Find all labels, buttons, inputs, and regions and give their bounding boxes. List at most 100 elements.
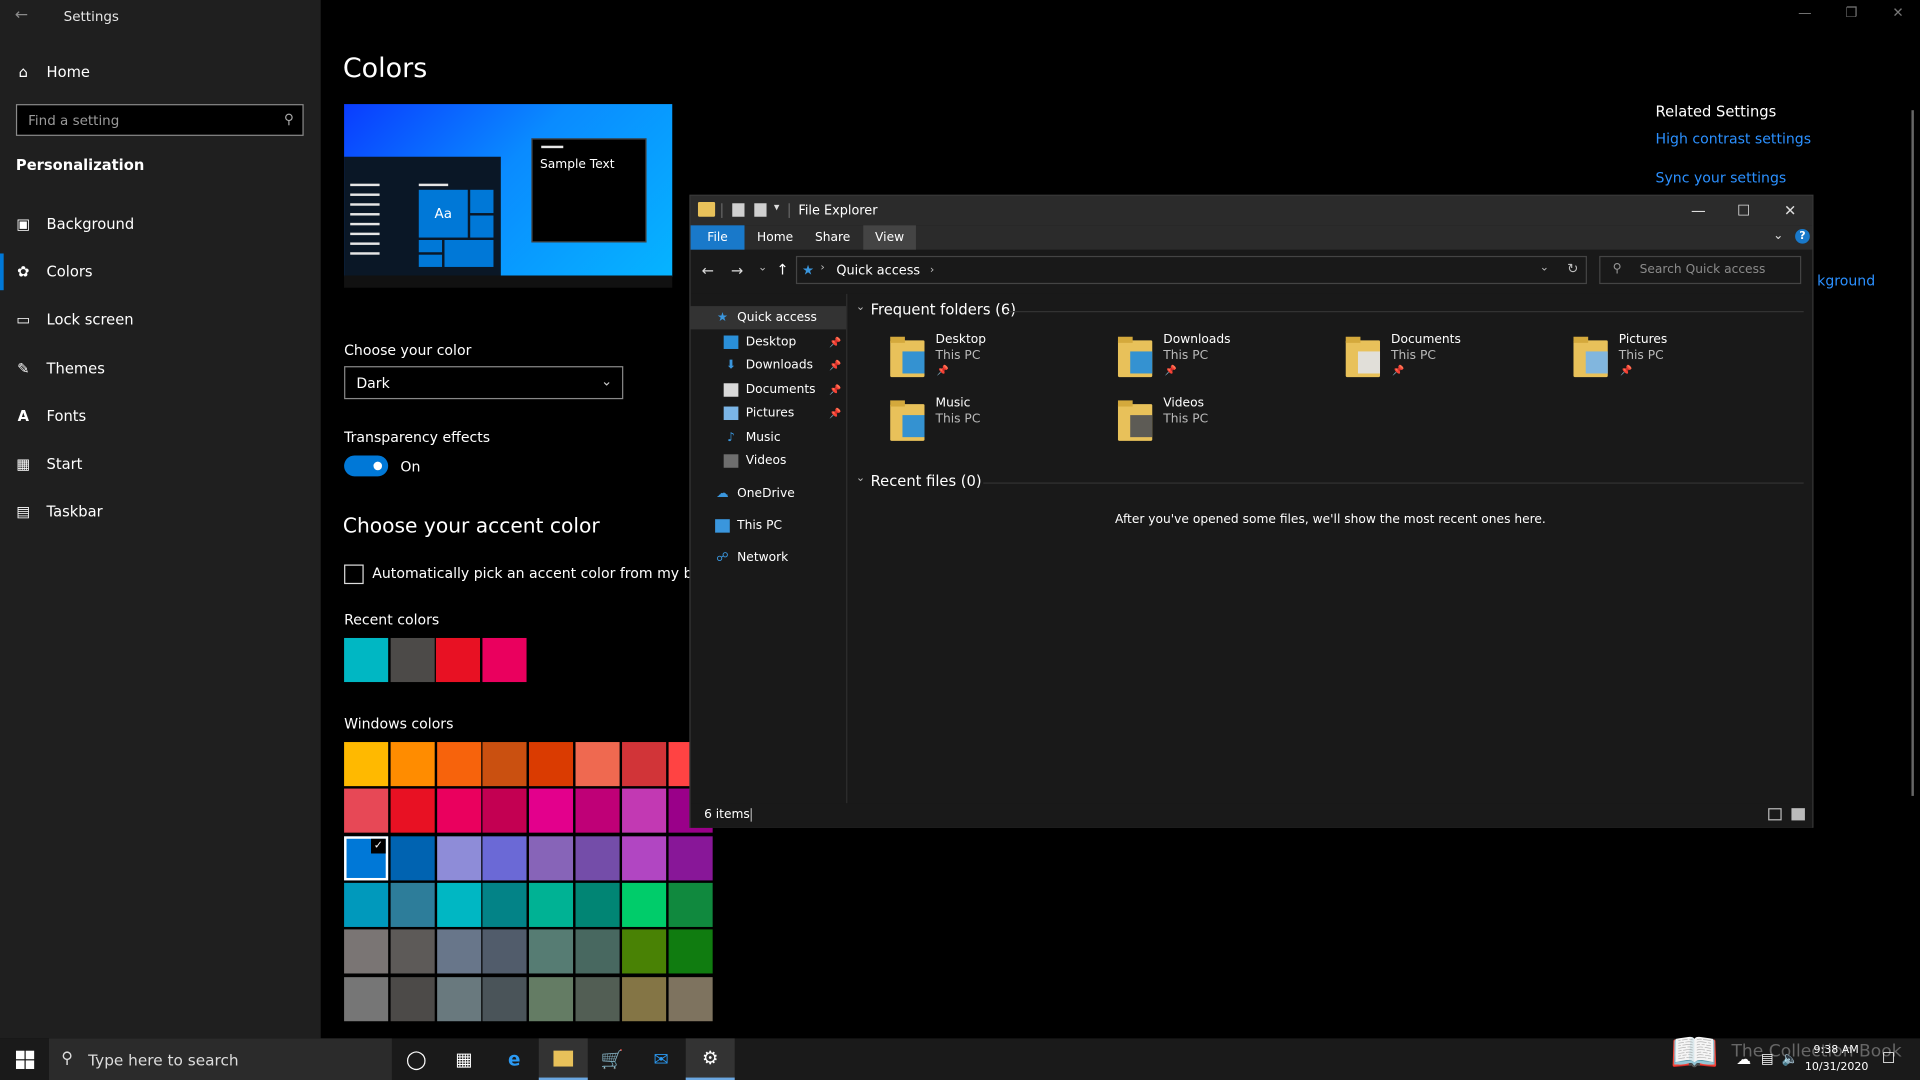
folder-tile[interactable]: Videos This PC xyxy=(1117,397,1338,451)
nav-onedrive[interactable]: ☁ OneDrive xyxy=(691,482,847,505)
nav-home[interactable]: ⌂ Home xyxy=(0,54,321,91)
windows-color-swatch[interactable]: ✓ xyxy=(344,835,389,880)
recent-color-swatch[interactable] xyxy=(344,637,389,683)
nav-lock-screen[interactable]: ▭ Lock screen xyxy=(0,301,321,338)
windows-color-swatch[interactable] xyxy=(482,976,528,1021)
ribbon-expand-icon[interactable]: ⌄ xyxy=(1773,229,1783,242)
windows-color-swatch[interactable] xyxy=(482,788,528,834)
high-contrast-link[interactable]: High contrast settings xyxy=(1656,130,1812,147)
windows-color-swatch[interactable] xyxy=(390,788,435,834)
volume-icon[interactable]: 🔈 xyxy=(1782,1051,1799,1067)
nav-music[interactable]: ♪ Music xyxy=(691,426,847,449)
nav-downloads[interactable]: ⬇ Downloads 📌 xyxy=(691,354,847,377)
cortana-icon[interactable]: ◯ xyxy=(392,1038,441,1080)
nav-documents[interactable]: Documents 📌 xyxy=(691,378,847,401)
nav-background[interactable]: ▣ Background xyxy=(0,206,321,243)
pin-icon[interactable]: 📌 xyxy=(829,337,841,348)
auto-accent-checkbox[interactable] xyxy=(344,564,364,585)
collapse-chevron-icon[interactable]: ⌄ xyxy=(856,301,865,313)
properties-icon[interactable] xyxy=(732,203,745,217)
find-setting-input[interactable]: Find a setting ⚲ xyxy=(15,104,304,136)
explorer-titlebar[interactable]: ▾ File Explorer — ☐ ✕ xyxy=(690,195,1813,226)
folder-tile[interactable]: Desktop This PC 📌 xyxy=(890,333,1110,387)
windows-color-swatch[interactable] xyxy=(621,788,666,834)
recent-color-swatch[interactable] xyxy=(481,637,526,683)
new-folder-icon[interactable] xyxy=(754,203,767,217)
windows-color-swatch[interactable] xyxy=(390,835,435,880)
windows-color-swatch[interactable] xyxy=(529,835,574,880)
collapse-chevron-icon[interactable]: ⌄ xyxy=(856,473,865,485)
windows-color-swatch[interactable] xyxy=(482,929,528,974)
windows-color-swatch[interactable] xyxy=(668,882,713,927)
windows-color-swatch[interactable] xyxy=(529,929,574,974)
explorer-search-input[interactable]: ⚲ Search Quick access xyxy=(1599,255,1802,285)
sync-settings-link[interactable]: Sync your settings xyxy=(1656,169,1787,186)
windows-color-swatch[interactable] xyxy=(436,788,481,834)
refresh-icon[interactable]: ↻ xyxy=(1567,261,1578,277)
address-dropdown-icon[interactable]: ⌄ xyxy=(1540,262,1549,274)
windows-color-swatch[interactable] xyxy=(621,835,666,880)
nav-desktop[interactable]: Desktop 📌 xyxy=(691,331,847,354)
tab-home[interactable]: Home xyxy=(752,225,799,249)
windows-color-swatch[interactable] xyxy=(482,835,528,880)
nav-start[interactable]: ▦ Start xyxy=(0,446,321,483)
windows-color-swatch[interactable] xyxy=(621,742,666,787)
windows-color-swatch[interactable] xyxy=(344,929,389,974)
windows-color-swatch[interactable] xyxy=(344,742,389,787)
windows-color-swatch[interactable] xyxy=(436,929,481,974)
windows-color-swatch[interactable] xyxy=(344,788,389,834)
forward-icon[interactable]: → xyxy=(731,262,743,279)
help-icon[interactable]: ? xyxy=(1795,228,1810,244)
frequent-folders-header[interactable]: Frequent folders (6) xyxy=(871,301,1016,318)
nav-colors[interactable]: ✿ Colors xyxy=(0,253,321,291)
folder-tile[interactable]: Documents This PC 📌 xyxy=(1345,333,1566,387)
file-explorer-icon[interactable] xyxy=(538,1038,588,1080)
task-view-icon[interactable]: ▦ xyxy=(440,1038,489,1080)
windows-color-swatch[interactable] xyxy=(390,976,435,1021)
close-icon[interactable]: ✕ xyxy=(1887,5,1909,27)
windows-color-swatch[interactable] xyxy=(529,976,574,1021)
windows-color-swatch[interactable] xyxy=(575,976,620,1021)
windows-color-swatch[interactable] xyxy=(621,929,666,974)
edge-icon[interactable]: e xyxy=(490,1038,539,1080)
windows-color-swatch[interactable] xyxy=(575,742,620,787)
nav-this-pc[interactable]: This PC xyxy=(691,514,847,537)
windows-color-swatch[interactable] xyxy=(390,929,435,974)
windows-color-swatch[interactable] xyxy=(482,742,528,787)
pin-icon[interactable]: 📌 xyxy=(829,408,841,419)
onedrive-tray-icon[interactable]: ☁ xyxy=(1736,1051,1751,1068)
quick-access-toolbar-dropdown-icon[interactable]: ▾ xyxy=(774,202,780,214)
pin-icon[interactable]: 📌 xyxy=(829,384,841,395)
windows-color-swatch[interactable] xyxy=(344,976,389,1021)
nav-taskbar[interactable]: ▤ Taskbar xyxy=(0,493,321,530)
folder-tile[interactable]: Downloads This PC 📌 xyxy=(1117,333,1338,387)
windows-color-swatch[interactable] xyxy=(436,742,481,787)
nav-themes[interactable]: ✎ Themes xyxy=(0,350,321,387)
choose-color-dropdown[interactable]: Dark ⌄ xyxy=(344,366,624,400)
restore-icon[interactable]: ❐ xyxy=(1840,5,1862,27)
mail-icon[interactable]: ✉ xyxy=(637,1038,686,1080)
explorer-close-icon[interactable]: ✕ xyxy=(1768,196,1812,225)
breadcrumb-chevron-icon[interactable]: › xyxy=(930,264,934,276)
windows-color-swatch[interactable] xyxy=(436,882,481,927)
nav-network[interactable]: ☍ Network xyxy=(691,546,847,569)
recent-files-header[interactable]: Recent files (0) xyxy=(871,473,982,490)
pin-icon[interactable]: 📌 xyxy=(829,360,841,371)
windows-color-swatch[interactable] xyxy=(668,929,713,974)
windows-color-swatch[interactable] xyxy=(529,742,574,787)
minimize-icon[interactable]: — xyxy=(1794,5,1816,27)
windows-color-swatch[interactable] xyxy=(529,882,574,927)
windows-start-icon[interactable] xyxy=(0,1038,49,1080)
partial-related-link[interactable]: kground xyxy=(1817,272,1875,289)
nav-videos[interactable]: Videos xyxy=(691,449,847,472)
tab-share[interactable]: Share xyxy=(808,225,857,249)
back-icon[interactable]: ← xyxy=(702,262,714,279)
windows-color-swatch[interactable] xyxy=(621,976,666,1021)
windows-color-swatch[interactable] xyxy=(575,929,620,974)
network-tray-icon[interactable]: ▤ xyxy=(1761,1051,1774,1067)
nav-fonts[interactable]: A Fonts xyxy=(0,398,321,435)
windows-color-swatch[interactable] xyxy=(621,882,666,927)
tab-file[interactable]: File xyxy=(690,225,745,250)
windows-color-swatch[interactable] xyxy=(436,835,481,880)
address-bar[interactable]: ★ › Quick access › ⌄ ↻ xyxy=(795,255,1587,285)
